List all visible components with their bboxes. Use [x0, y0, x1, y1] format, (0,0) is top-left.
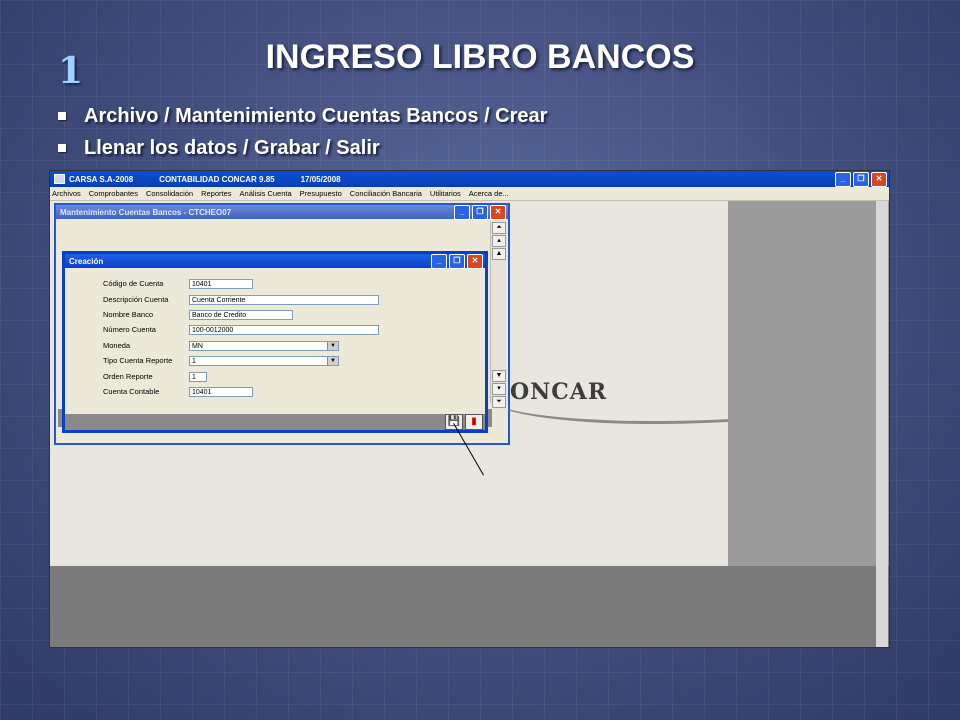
- scroll-down-icon[interactable]: ▼: [492, 370, 506, 382]
- menubar: Archivos Comprobantes Consolidación Repo…: [50, 187, 889, 201]
- descripcion-cuenta-input[interactable]: Cuenta Corriente: [189, 294, 379, 305]
- label-codigo-cuenta: Código de Cuenta: [103, 279, 164, 288]
- first-record-icon[interactable]: ⏶: [492, 222, 506, 234]
- menu-presupuesto[interactable]: Presupuesto: [300, 189, 342, 198]
- bullet-text: Llenar los datos / Grabar / Salir: [84, 137, 380, 159]
- minimize-icon[interactable]: _: [454, 205, 470, 220]
- title-date: 17/05/2008: [300, 174, 341, 184]
- concar-app-window: CARSA S.A-2008 CONTABILIDAD CONCAR 9.85 …: [49, 170, 890, 648]
- record-scrollbar[interactable]: ⏶ ▴ ▲ ▼ ▾ ⏷: [490, 221, 506, 408]
- square-bullet-icon: [58, 144, 66, 152]
- row-codigo-cuenta: Código de Cuenta 10401: [103, 278, 253, 289]
- square-bullet-icon: [58, 112, 66, 120]
- bullet-list: Archivo / Mantenimiento Cuentas Bancos /…: [58, 100, 547, 164]
- menu-acerca-de[interactable]: Acerca de...: [469, 189, 509, 198]
- app-scrollbar[interactable]: [876, 201, 888, 647]
- tipo-cuenta-reporte-value: 1: [192, 357, 196, 365]
- cuenta-contable-input[interactable]: 10401: [189, 386, 253, 397]
- save-disk-icon[interactable]: 💾: [445, 414, 463, 430]
- row-orden-reporte: Orden Reporte 1: [103, 371, 207, 382]
- maximize-icon[interactable]: ❐: [472, 205, 488, 220]
- tipo-cuenta-reporte-select[interactable]: 1 ▼: [189, 355, 339, 366]
- menu-comprobantes[interactable]: Comprobantes: [89, 189, 138, 198]
- mantenimiento-titlebar: Mantenimiento Cuentas Bancos - CTCHEO07 …: [56, 205, 508, 220]
- creacion-dialog: Creación _ ❐ ✕ Código de Cuenta 10401 De…: [62, 251, 488, 433]
- next-record-icon[interactable]: ▾: [492, 383, 506, 395]
- title-app: CONTABILIDAD CONCAR 9.85: [159, 174, 275, 184]
- title-company: CARSA S.A-2008: [69, 174, 134, 184]
- bullet-text: Archivo / Mantenimiento Cuentas Bancos /…: [84, 105, 548, 127]
- menu-utilitarios[interactable]: Utilitarios: [430, 189, 461, 198]
- maximize-icon[interactable]: ❐: [853, 172, 869, 187]
- chevron-down-icon[interactable]: ▼: [327, 356, 338, 365]
- last-record-icon[interactable]: ⏷: [492, 396, 506, 408]
- orden-reporte-input[interactable]: 1: [189, 371, 207, 382]
- close-icon[interactable]: ✕: [871, 172, 887, 187]
- row-descripcion-cuenta: Descripción Cuenta Cuenta Corriente: [103, 294, 379, 305]
- row-tipo-cuenta-reporte: Tipo Cuenta Reporte 1 ▼: [103, 355, 339, 366]
- bullet-item: Archivo / Mantenimiento Cuentas Bancos /…: [58, 100, 547, 132]
- menu-conciliacion-bancaria[interactable]: Conciliación Bancaria: [350, 189, 422, 198]
- codigo-cuenta-input[interactable]: 10401: [189, 278, 253, 289]
- scroll-up-icon[interactable]: ▲: [492, 248, 506, 260]
- moneda-select[interactable]: MN ▼: [189, 340, 339, 351]
- label-nombre-banco: Nombre Banco: [103, 310, 154, 319]
- menu-consolidacion[interactable]: Consolidación: [146, 189, 193, 198]
- row-nombre-banco: Nombre Banco Banco de Credito: [103, 309, 293, 320]
- label-cuenta-contable: Cuenta Contable: [103, 387, 160, 396]
- label-tipo-cuenta-reporte: Tipo Cuenta Reporte: [103, 356, 173, 365]
- app-icon: [54, 174, 65, 184]
- row-cuenta-contable: Cuenta Contable 10401: [103, 386, 253, 397]
- label-descripcion-cuenta: Descripción Cuenta: [103, 295, 169, 304]
- row-moneda: Moneda MN ▼: [103, 340, 339, 351]
- row-numero-cuenta: Número Cuenta 100-0012000: [103, 324, 379, 335]
- nombre-banco-input[interactable]: Banco de Credito: [189, 309, 293, 320]
- numero-cuenta-input[interactable]: 100-0012000: [189, 324, 379, 335]
- creacion-titlebar: Creación _ ❐ ✕: [65, 254, 485, 269]
- concar-logo: ONCAR: [510, 379, 608, 405]
- app-titlebar: CARSA S.A-2008 CONTABILIDAD CONCAR 9.85 …: [50, 171, 889, 187]
- menu-archivos[interactable]: Archivos: [52, 189, 81, 198]
- bullet-item: Llenar los datos / Grabar / Salir: [58, 132, 547, 164]
- prev-record-icon[interactable]: ▴: [492, 235, 506, 247]
- exit-door-icon[interactable]: ▮: [465, 414, 483, 430]
- moneda-value: MN: [192, 342, 203, 350]
- menu-analisis-cuenta[interactable]: Análisis Cuenta: [240, 189, 292, 198]
- gray-panel: [728, 201, 889, 566]
- mantenimiento-window: Mantenimiento Cuentas Bancos - CTCHEO07 …: [54, 203, 510, 476]
- close-icon[interactable]: ✕: [490, 205, 506, 220]
- chevron-down-icon[interactable]: ▼: [327, 341, 338, 350]
- label-orden-reporte: Orden Reporte: [103, 372, 153, 381]
- label-moneda: Moneda: [103, 341, 131, 350]
- slide-title: INGRESO LIBRO BANCOS: [265, 38, 695, 76]
- maximize-icon[interactable]: ❐: [449, 254, 465, 269]
- minimize-icon[interactable]: _: [835, 172, 851, 187]
- mantenimiento-title: Mantenimiento Cuentas Bancos - CTCHEO07: [60, 207, 232, 217]
- label-numero-cuenta: Número Cuenta: [103, 325, 156, 334]
- minimize-icon[interactable]: _: [431, 254, 447, 269]
- creacion-toolbar: 💾 ▮: [65, 414, 485, 430]
- creacion-title: Creación: [69, 256, 104, 266]
- menu-reportes[interactable]: Reportes: [201, 189, 231, 198]
- close-icon[interactable]: ✕: [467, 254, 483, 269]
